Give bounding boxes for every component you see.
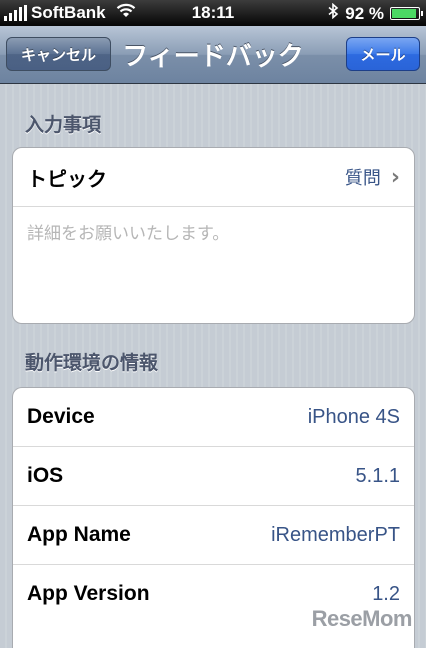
- navigation-bar: キャンセル フィードバック メール: [0, 26, 426, 84]
- ios-row: iOS 5.1.1: [13, 447, 414, 506]
- topic-value-group: 質問 ›: [345, 164, 400, 190]
- device-label: Device: [27, 405, 95, 428]
- app-version-value: 1.2: [372, 582, 400, 605]
- bluetooth-icon: [328, 2, 339, 24]
- battery-fill: [392, 9, 416, 18]
- environment-section-header: 動作環境の情報: [25, 352, 159, 374]
- device-value: iPhone 4S: [307, 405, 400, 428]
- input-group: トピック 質問 › 詳細をお願いいたします。: [12, 147, 415, 324]
- status-right: 92 %: [328, 2, 423, 24]
- app-name-label: App Name: [27, 523, 131, 546]
- topic-label: トピック: [27, 166, 107, 191]
- battery-percent: 92 %: [345, 3, 384, 23]
- ios-value: 5.1.1: [355, 464, 400, 487]
- watermark-logo: ReseMom: [311, 606, 413, 631]
- ios-label: iOS: [27, 464, 64, 487]
- topic-value: 質問: [344, 168, 381, 189]
- device-row: Device iPhone 4S: [13, 388, 414, 447]
- details-text-area[interactable]: 詳細をお願いいたします。: [13, 207, 414, 323]
- input-section-header: 入力事項: [25, 114, 102, 136]
- status-bar: SoftBank 18:11 92 %: [0, 0, 426, 26]
- mail-button[interactable]: メール: [346, 37, 420, 71]
- details-placeholder: 詳細をお願いいたします。: [27, 224, 230, 244]
- topic-cell[interactable]: トピック 質問 ›: [13, 148, 414, 207]
- app-name-row: App Name iRememberPT: [13, 506, 414, 565]
- app-version-label: App Version: [27, 582, 150, 605]
- app-name-value: iRememberPT: [271, 523, 400, 546]
- chevron-right-icon: ›: [390, 164, 400, 190]
- battery-icon: [390, 7, 423, 20]
